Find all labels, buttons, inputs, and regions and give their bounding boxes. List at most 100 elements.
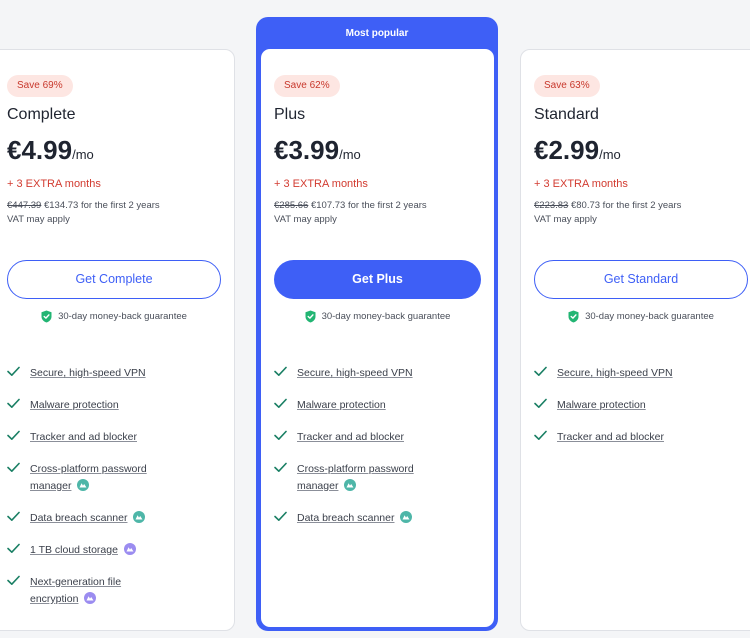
- billing-info: €447.39 €134.73 for the first 2 years: [7, 200, 160, 211]
- old-price: €223.83: [534, 200, 569, 211]
- feature-link[interactable]: Tracker and ad blocker: [297, 429, 404, 446]
- get-complete-button[interactable]: Get Complete: [7, 260, 221, 299]
- feature-link[interactable]: Data breach scanner: [297, 510, 413, 527]
- check-icon: [274, 366, 287, 376]
- price-amount: €2.99: [534, 135, 600, 165]
- price-amount: €4.99: [7, 135, 73, 165]
- extra-months: + 3 EXTRA months: [274, 178, 368, 190]
- feature-label: Data breach scanner: [30, 512, 128, 524]
- feature-link[interactable]: Malware protection: [557, 397, 646, 414]
- feature-label: Malware protection: [30, 399, 119, 411]
- save-badge: Save 69%: [7, 75, 73, 97]
- product-badge-purple-icon: [84, 592, 97, 605]
- feature-link[interactable]: Malware protection: [297, 397, 386, 414]
- check-icon: [7, 462, 20, 472]
- price-period: /mo: [599, 147, 621, 162]
- save-badge: Save 62%: [274, 75, 340, 97]
- price: €3.99/mo: [274, 135, 361, 166]
- save-badge: Save 63%: [534, 75, 600, 97]
- vat-note: VAT may apply: [534, 214, 597, 225]
- product-badge-teal-icon: [133, 511, 146, 524]
- check-icon: [274, 462, 287, 472]
- price-period: /mo: [72, 147, 94, 162]
- product-badge-teal-icon: [400, 511, 413, 524]
- billing-period: for the first 2 years: [600, 200, 682, 211]
- feature-link[interactable]: Next-generation file encryption: [30, 574, 121, 608]
- plan-name: Complete: [7, 106, 76, 123]
- get-plus-button[interactable]: Get Plus: [274, 260, 481, 299]
- feature-label: Next-generation file: [30, 576, 122, 588]
- check-icon: [534, 398, 547, 408]
- guarantee-text: 30-day money-back guarantee: [321, 311, 451, 322]
- check-icon: [7, 398, 20, 408]
- feature-label: Secure, high-speed VPN: [30, 367, 146, 379]
- feature-link[interactable]: Secure, high-speed VPN: [297, 365, 413, 382]
- check-icon: [534, 430, 547, 440]
- feature-link[interactable]: 1 TB cloud storage: [30, 542, 136, 559]
- feature-link[interactable]: Cross-platform password manager: [30, 461, 147, 495]
- old-price: €285.66: [274, 200, 309, 211]
- money-back-guarantee: 30-day money-back guarantee: [7, 310, 221, 323]
- feature-label: Cross-platform password: [30, 463, 147, 475]
- check-icon: [274, 398, 287, 408]
- extra-months: + 3 EXTRA months: [7, 178, 101, 190]
- check-icon: [7, 511, 20, 521]
- shield-check-icon: [41, 310, 52, 323]
- guarantee-text: 30-day money-back guarantee: [58, 311, 187, 322]
- billing-info: €223.83 €80.73 for the first 2 years: [534, 200, 681, 211]
- feature-label: Secure, high-speed VPN: [557, 367, 673, 379]
- feature-label: Tracker and ad blocker: [557, 431, 664, 443]
- feature-link[interactable]: Tracker and ad blocker: [30, 429, 137, 446]
- shield-check-icon: [568, 310, 579, 323]
- feature-link[interactable]: Secure, high-speed VPN: [557, 365, 673, 382]
- feature-label: Malware protection: [557, 399, 646, 411]
- guarantee-text: 30-day money-back guarantee: [585, 311, 714, 322]
- feature-label: Tracker and ad blocker: [297, 431, 404, 443]
- billing-info: €285.66 €107.73 for the first 2 years: [274, 200, 427, 211]
- product-badge-teal-icon: [344, 479, 357, 492]
- billing-period: for the first 2 years: [345, 200, 427, 211]
- feature-link[interactable]: Cross-platform password manager: [297, 461, 414, 495]
- new-price: €80.73: [570, 200, 601, 211]
- most-popular-label: Most popular: [345, 28, 409, 39]
- money-back-guarantee: 30-day money-back guarantee: [274, 310, 481, 323]
- shield-check-icon: [305, 310, 316, 323]
- feature-label: 1 TB cloud storage: [30, 544, 118, 556]
- vat-note: VAT may apply: [7, 214, 70, 225]
- price: €2.99/mo: [534, 135, 621, 166]
- new-price: €107.73: [310, 200, 346, 211]
- feature-link[interactable]: Tracker and ad blocker: [557, 429, 664, 446]
- feature-label-continued: manager: [30, 480, 72, 492]
- feature-label: Secure, high-speed VPN: [297, 367, 413, 379]
- billing-period: for the first 2 years: [78, 200, 160, 211]
- extra-months: + 3 EXTRA months: [534, 178, 628, 190]
- money-back-guarantee: 30-day money-back guarantee: [534, 310, 748, 323]
- vat-note: VAT may apply: [274, 214, 337, 225]
- feature-label: Cross-platform password: [297, 463, 414, 475]
- feature-label: Data breach scanner: [297, 512, 395, 524]
- check-icon: [274, 430, 287, 440]
- price-amount: €3.99: [274, 135, 340, 165]
- plan-name: Plus: [274, 106, 306, 123]
- product-badge-purple-icon: [123, 543, 136, 556]
- check-icon: [534, 366, 547, 376]
- feature-label-continued: encryption: [30, 593, 79, 605]
- feature-link[interactable]: Malware protection: [30, 397, 119, 414]
- old-price: €447.39: [7, 200, 42, 211]
- feature-label: Malware protection: [297, 399, 386, 411]
- check-icon: [7, 575, 20, 585]
- check-icon: [7, 430, 20, 440]
- check-icon: [274, 511, 287, 521]
- price: €4.99/mo: [7, 135, 94, 166]
- feature-link[interactable]: Data breach scanner: [30, 510, 146, 527]
- check-icon: [7, 543, 20, 553]
- feature-link[interactable]: Secure, high-speed VPN: [30, 365, 146, 382]
- check-icon: [7, 366, 20, 376]
- feature-label: Tracker and ad blocker: [30, 431, 137, 443]
- price-period: /mo: [339, 147, 361, 162]
- feature-label-continued: manager: [297, 480, 339, 492]
- pricing-page: Most popular Save 69% Complete €4.99/mo …: [0, 0, 750, 638]
- new-price: €134.73: [43, 200, 79, 211]
- plan-name: Standard: [534, 106, 599, 123]
- get-standard-button[interactable]: Get Standard: [534, 260, 748, 299]
